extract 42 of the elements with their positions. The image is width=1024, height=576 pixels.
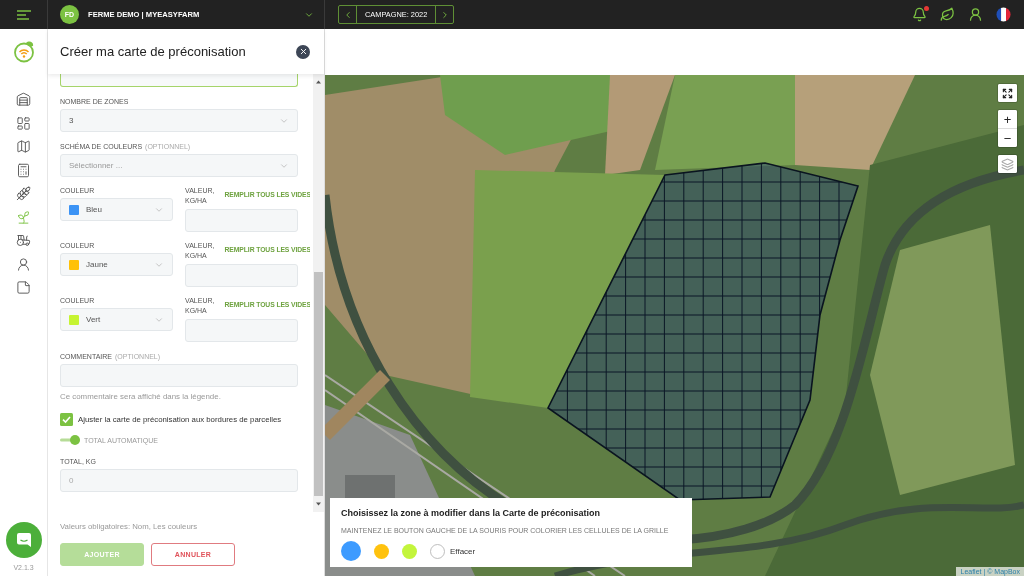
layers-button[interactable] (998, 155, 1017, 173)
warehouse-icon[interactable] (16, 92, 31, 107)
leaf-icon[interactable] (940, 7, 955, 22)
color-select[interactable]: Vert (60, 308, 173, 331)
value-input[interactable] (185, 264, 298, 287)
expand-icon (1002, 87, 1013, 99)
tractor-icon[interactable] (16, 233, 31, 248)
calculator-icon[interactable] (16, 162, 31, 178)
color-select[interactable]: Bleu (60, 198, 173, 221)
sprout-icon[interactable] (16, 209, 31, 225)
eraser-button[interactable]: Effacer (430, 543, 476, 559)
color-select[interactable]: Jaune (60, 253, 173, 276)
chat-bubble-icon (15, 532, 32, 548)
map-icon[interactable] (16, 139, 31, 154)
layers-icon (1001, 157, 1014, 171)
color-swatch-icon[interactable] (374, 543, 389, 559)
menu-icon[interactable] (16, 9, 31, 20)
note-icon[interactable] (16, 280, 31, 295)
fullscreen-button[interactable] (998, 84, 1017, 102)
color-swatch-icon[interactable] (402, 543, 417, 559)
scrollbar[interactable] (313, 74, 324, 512)
wheat-icon[interactable] (16, 186, 31, 201)
close-icon (298, 47, 308, 56)
comment-input[interactable] (60, 364, 298, 387)
color-swatch-icon[interactable] (341, 541, 361, 561)
value-input[interactable] (185, 319, 298, 342)
scrollbar-thumb[interactable] (314, 272, 323, 496)
bell-icon[interactable] (912, 7, 927, 22)
toggle-switch[interactable] (60, 435, 80, 445)
value-input[interactable] (185, 209, 298, 232)
chat-button[interactable] (5, 522, 42, 558)
dashboard-icon[interactable] (16, 115, 31, 131)
logo-icon (12, 41, 35, 63)
select-field[interactable]: 3 (60, 109, 298, 132)
close-button[interactable] (296, 44, 310, 59)
picker-title: Choisissez la zone à modifier dans la Carte de préconisation (341, 508, 602, 519)
panel-title: Créer ma carte de préconisation (60, 44, 246, 59)
user-icon[interactable] (968, 7, 983, 22)
checkbox[interactable] (60, 412, 73, 426)
user-icon[interactable] (16, 256, 31, 272)
flag-icon[interactable] (996, 7, 1011, 22)
select-field[interactable] (60, 74, 298, 87)
